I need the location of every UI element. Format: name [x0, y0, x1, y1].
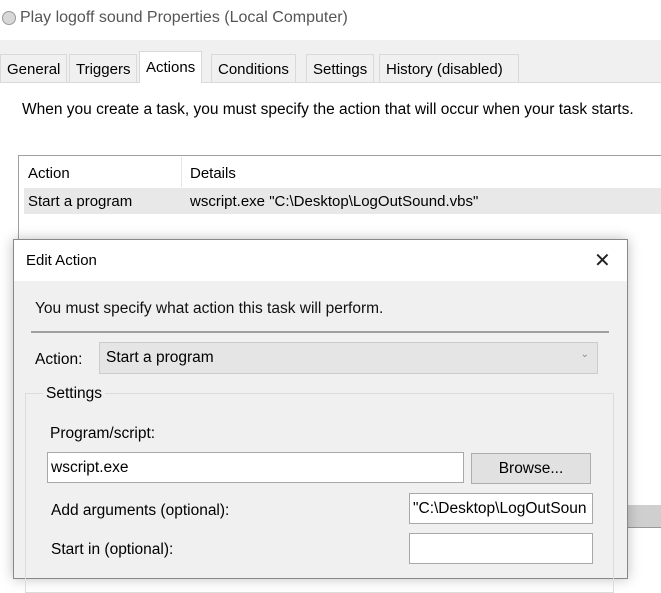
start-in-label: Start in (optional): — [51, 541, 174, 558]
dialog-titlebar: Edit Action ✕ — [14, 240, 627, 281]
arguments-label: Add arguments (optional): — [51, 502, 230, 519]
tab-actions[interactable]: Actions — [139, 51, 203, 83]
tab-history[interactable]: History (disabled) — [379, 54, 519, 82]
action-label: Action: — [35, 351, 83, 368]
tab-settings[interactable]: Settings — [306, 54, 375, 82]
program-script-input[interactable]: wscript.exe — [47, 452, 464, 483]
column-header-action[interactable]: Action — [28, 165, 70, 182]
browse-button[interactable]: Browse... — [471, 453, 591, 484]
action-dropdown-value: Start a program — [106, 349, 214, 366]
tab-conditions[interactable]: Conditions — [211, 54, 296, 82]
arguments-input[interactable]: "C:\Desktop\LogOutSoun — [409, 493, 593, 524]
tab-general[interactable]: General — [0, 54, 68, 82]
row-action: Start a program — [28, 193, 133, 210]
edit-action-dialog: Edit Action ✕ You must specify what acti… — [13, 239, 628, 593]
dialog-intro-text: You must specify what action this task w… — [35, 300, 384, 317]
dialog-title: Edit Action — [26, 252, 97, 269]
action-dropdown[interactable]: Start a program ⌄ — [99, 342, 598, 374]
tab-triggers[interactable]: Triggers — [69, 54, 138, 82]
window-titlebar: Play logoff sound Properties (Local Comp… — [0, 0, 661, 40]
actions-intro-text: When you create a task, you must specify… — [22, 101, 634, 118]
task-scheduler-clock-icon — [2, 11, 16, 25]
chevron-down-icon: ⌄ — [580, 349, 589, 360]
column-header-details[interactable]: Details — [190, 165, 236, 182]
column-divider — [181, 157, 182, 187]
program-script-label: Program/script: — [50, 425, 156, 442]
window-title: Play logoff sound Properties (Local Comp… — [20, 9, 348, 26]
start-in-input[interactable] — [409, 533, 593, 564]
close-icon[interactable]: ✕ — [594, 248, 611, 273]
divider — [31, 331, 609, 333]
settings-group-label: Settings — [43, 385, 106, 403]
row-details: wscript.exe "C:\Desktop\LogOutSound.vbs" — [190, 193, 479, 210]
